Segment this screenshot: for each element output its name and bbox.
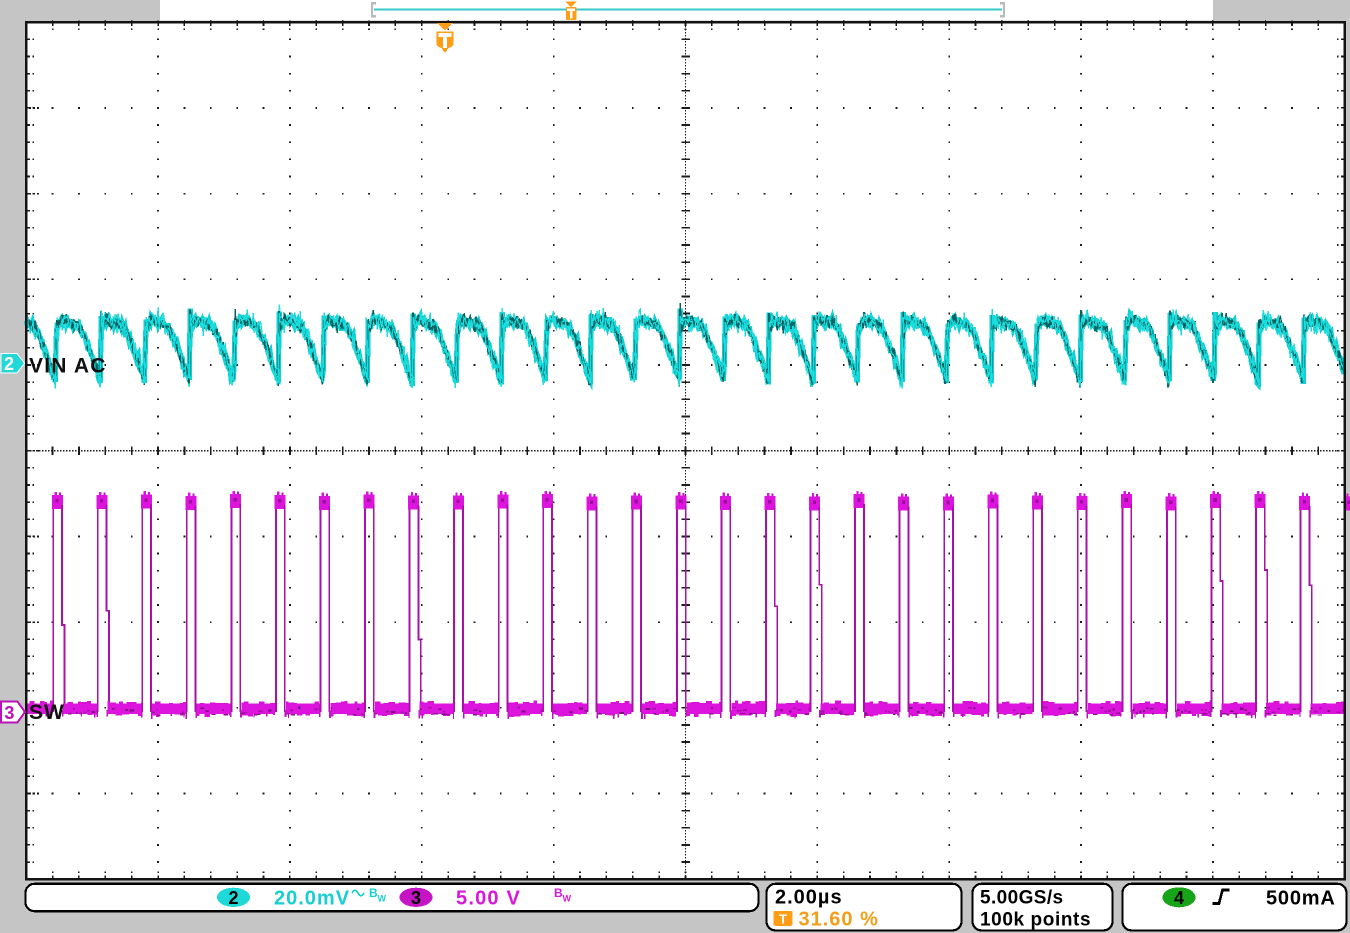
svg-text:2: 2 xyxy=(4,354,14,374)
svg-text:3: 3 xyxy=(411,888,421,908)
svg-text:31.60 %: 31.60 % xyxy=(799,909,879,931)
svg-text:2: 2 xyxy=(228,888,238,908)
svg-text:5.00GS/s: 5.00GS/s xyxy=(980,888,1063,909)
svg-text:20.0mV: 20.0mV xyxy=(274,888,350,910)
svg-text:500mA: 500mA xyxy=(1266,888,1336,910)
svg-text:W: W xyxy=(563,894,572,904)
svg-text:2.00µs: 2.00µs xyxy=(775,887,843,909)
svg-text:5.00 V: 5.00 V xyxy=(456,888,521,910)
svg-text:W: W xyxy=(378,894,387,904)
svg-text:100k points: 100k points xyxy=(980,910,1091,931)
svg-text:T: T xyxy=(779,911,787,926)
svg-text:4: 4 xyxy=(1174,888,1184,908)
svg-text:SW: SW xyxy=(29,701,65,724)
svg-text:3: 3 xyxy=(4,703,14,723)
svg-text:VIN AC: VIN AC xyxy=(29,355,107,378)
